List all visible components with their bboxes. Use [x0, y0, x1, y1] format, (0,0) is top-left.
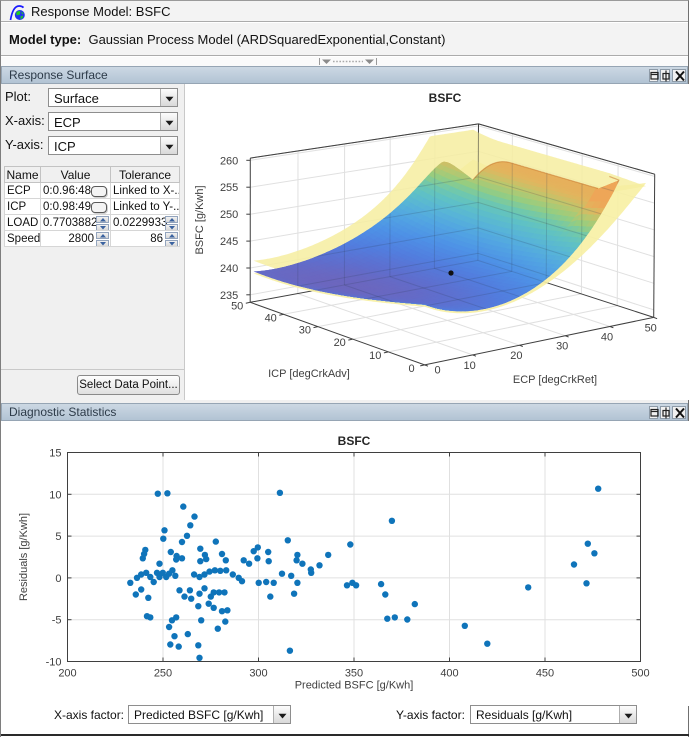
svg-text:30: 30	[299, 325, 311, 337]
svg-text:500: 500	[631, 668, 649, 680]
svg-text:5: 5	[55, 531, 61, 543]
svg-text:255: 255	[220, 182, 238, 194]
svg-text:Predicted BSFC [g/Kwh]: Predicted BSFC [g/Kwh]	[295, 680, 414, 692]
svg-text:10: 10	[463, 360, 475, 372]
svg-text:BSFC [g/Kwh]: BSFC [g/Kwh]	[194, 185, 206, 254]
svg-text:250: 250	[154, 668, 172, 680]
svg-text:10: 10	[49, 489, 61, 501]
svg-text:400: 400	[440, 668, 458, 680]
svg-text:240: 240	[220, 263, 238, 275]
svg-text:BSFC: BSFC	[429, 91, 462, 105]
svg-text:15: 15	[49, 448, 61, 460]
svg-text:50: 50	[645, 322, 657, 334]
svg-text:0: 0	[55, 573, 61, 585]
svg-text:-5: -5	[52, 615, 62, 627]
svg-text:20: 20	[510, 350, 522, 362]
svg-text:30: 30	[556, 341, 568, 353]
svg-text:350: 350	[345, 668, 363, 680]
svg-text:0: 0	[435, 364, 441, 376]
svg-text:BSFC: BSFC	[338, 434, 371, 448]
svg-text:-10: -10	[46, 657, 62, 669]
svg-text:450: 450	[536, 668, 554, 680]
svg-text:260: 260	[220, 155, 238, 167]
svg-text:ECP [degCrkRet]: ECP [degCrkRet]	[513, 374, 597, 386]
svg-text:40: 40	[601, 332, 613, 344]
svg-text:50: 50	[231, 300, 243, 312]
svg-text:250: 250	[220, 209, 238, 221]
svg-text:300: 300	[249, 668, 267, 680]
svg-text:40: 40	[265, 312, 277, 324]
svg-text:Residuals [g/Kwh]: Residuals [g/Kwh]	[18, 513, 30, 601]
svg-text:245: 245	[220, 236, 238, 248]
svg-text:0: 0	[409, 363, 415, 375]
svg-text:10: 10	[369, 350, 381, 362]
svg-text:ICP [degCrkAdv]: ICP [degCrkAdv]	[268, 368, 350, 380]
svg-text:200: 200	[58, 668, 76, 680]
svg-text:20: 20	[334, 337, 346, 349]
